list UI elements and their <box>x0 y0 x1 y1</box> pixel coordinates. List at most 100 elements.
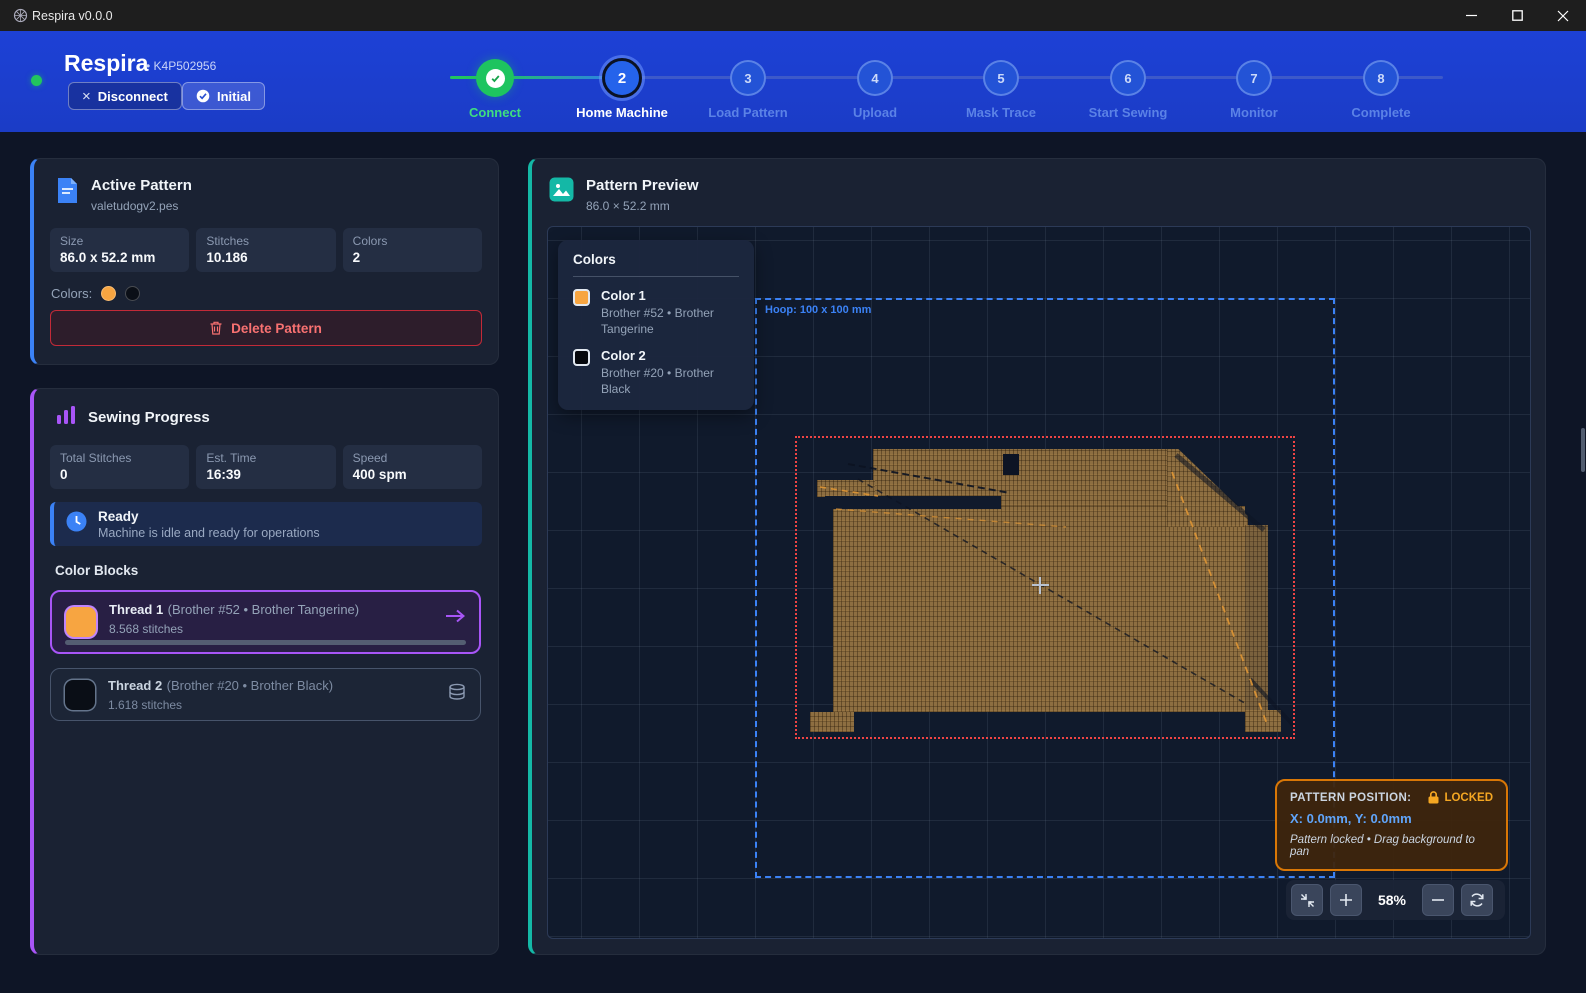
app-title: Respira v0.0.0 <box>32 9 113 23</box>
thread-2-swatch <box>65 680 95 710</box>
thread-1-row[interactable]: Thread 1 (Brother #52 • Brother Tangerin… <box>50 590 481 654</box>
step-mask-trace-circle[interactable]: 5 <box>983 60 1019 96</box>
status-description: Machine is idle and ready for operations <box>98 526 320 540</box>
bar-chart-icon <box>56 405 76 430</box>
legend-color-name: Color 2 <box>601 348 739 363</box>
step-connect-label: Connect <box>435 105 555 120</box>
colors-legend-panel: Colors Color 1 Brother #52 • Brother Tan… <box>558 240 754 410</box>
app-logo-icon <box>13 8 28 28</box>
minimize-icon <box>1466 10 1477 21</box>
delete-pattern-button[interactable]: Delete Pattern <box>50 310 482 346</box>
thread-stitch-count: 1.618 stitches <box>108 698 435 712</box>
machine-status-banner: Ready Machine is idle and ready for oper… <box>50 502 482 546</box>
step-mask-trace-label: Mask Trace <box>941 105 1061 120</box>
legend-color-name: Color 1 <box>601 288 739 303</box>
step-monitor-circle[interactable]: 7 <box>1236 60 1272 96</box>
arrow-right-icon <box>445 609 465 628</box>
locked-badge: LOCKED <box>1444 792 1493 804</box>
maximize-button[interactable] <box>1494 0 1540 31</box>
pattern-preview-title: Pattern Preview <box>586 177 699 194</box>
status-title: Ready <box>98 509 320 524</box>
active-pattern-title: Active Pattern <box>91 177 192 194</box>
step-complete-label: Complete <box>1321 105 1441 120</box>
step-load-pattern-label: Load Pattern <box>688 105 808 120</box>
stat-est-time: Est. Time 16:39 <box>196 445 335 489</box>
legend-item-color-2: Color 2 Brother #20 • Brother Black <box>573 348 739 397</box>
step-number: 8 <box>1377 71 1384 86</box>
clock-icon <box>66 511 87 537</box>
step-monitor-label: Monitor <box>1194 105 1314 120</box>
color-swatch-2 <box>125 286 140 301</box>
disconnect-label: Disconnect <box>98 89 168 104</box>
pattern-coordinates: X: 0.0mm, Y: 0.0mm <box>1290 811 1493 826</box>
lock-icon <box>1428 791 1439 804</box>
zoom-controls: 58% <box>1286 880 1505 920</box>
app-header: Respira • K4P502956 × Disconnect Initial… <box>0 31 1586 132</box>
step-number: 6 <box>1124 71 1131 86</box>
initial-button[interactable]: Initial <box>182 82 265 110</box>
minus-icon <box>1431 893 1445 907</box>
step-number: 4 <box>871 71 878 86</box>
colors-label: Colors: <box>51 286 92 301</box>
disconnect-button[interactable]: × Disconnect <box>68 82 182 110</box>
thread-1-progress-bar <box>65 640 466 645</box>
step-upload-circle[interactable]: 4 <box>857 60 893 96</box>
pattern-dimensions: 86.0 × 52.2 mm <box>586 199 699 213</box>
connection-status-dot <box>31 75 42 86</box>
stat-total-stitches: Total Stitches 0 <box>50 445 189 489</box>
stat-label: Total Stitches <box>60 451 179 465</box>
thread-name: Thread 1 <box>109 602 163 617</box>
maximize-icon <box>1512 10 1523 21</box>
pattern-canvas[interactable]: Hoop: 100 x 100 mm Colors <box>547 226 1531 939</box>
sewing-progress-title: Sewing Progress <box>88 409 210 426</box>
step-connect-circle[interactable] <box>476 59 514 97</box>
thread-1-swatch <box>66 607 96 637</box>
stat-value: 86.0 x 52.2 mm <box>60 250 179 265</box>
minimize-button[interactable] <box>1448 0 1494 31</box>
thread-2-row[interactable]: Thread 2 (Brother #20 • Brother Black) 1… <box>50 668 481 721</box>
zoom-in-button[interactable] <box>1330 884 1362 916</box>
brand-title: Respira <box>64 50 148 77</box>
stat-speed: Speed 400 spm <box>343 445 482 489</box>
step-home-machine-label: Home Machine <box>562 105 682 120</box>
plus-icon <box>1339 893 1353 907</box>
step-home-machine-circle[interactable]: 2 <box>602 58 642 98</box>
serial-separator: • <box>146 59 150 73</box>
stat-value: 16:39 <box>206 467 325 482</box>
active-pattern-filename: valetudogv2.pes <box>91 199 192 213</box>
initial-label: Initial <box>217 89 251 104</box>
sewing-progress-card: Sewing Progress Total Stitches 0 Est. Ti… <box>30 388 499 955</box>
step-start-sewing-circle[interactable]: 6 <box>1110 60 1146 96</box>
step-start-sewing-label: Start Sewing <box>1068 105 1188 120</box>
stat-label: Colors <box>353 234 472 248</box>
stat-value: 2 <box>353 250 472 265</box>
step-number: 7 <box>1250 71 1257 86</box>
step-number: 3 <box>744 71 751 86</box>
file-icon <box>56 177 79 209</box>
step-number: 2 <box>618 70 626 87</box>
thread-stitch-count: 8.568 stitches <box>109 622 432 636</box>
window-scrollbar-thumb[interactable] <box>1581 428 1585 472</box>
pattern-position-label: PATTERN POSITION: <box>1290 792 1411 804</box>
refresh-icon <box>1469 892 1485 908</box>
step-load-pattern-circle[interactable]: 3 <box>730 60 766 96</box>
stat-value: 0 <box>60 467 179 482</box>
step-complete-circle[interactable]: 8 <box>1363 60 1399 96</box>
legend-title: Colors <box>573 252 739 277</box>
legend-swatch-2 <box>573 349 590 366</box>
thread-detail: (Brother #20 • Brother Black) <box>167 678 333 693</box>
reset-view-button[interactable] <box>1461 884 1493 916</box>
zoom-out-button[interactable] <box>1422 884 1454 916</box>
color-swatch-1 <box>101 286 116 301</box>
stat-stitches: Stitches 10.186 <box>196 228 335 272</box>
step-upload-label: Upload <box>815 105 935 120</box>
pattern-position-hint: Pattern locked • Drag background to pan <box>1290 834 1493 858</box>
close-button[interactable] <box>1540 0 1586 31</box>
center-crosshair <box>1039 577 1041 594</box>
image-icon <box>549 177 574 207</box>
color-blocks-heading: Color Blocks <box>55 563 138 578</box>
fit-view-button[interactable] <box>1291 884 1323 916</box>
zoom-level: 58% <box>1369 892 1415 908</box>
stat-label: Est. Time <box>206 451 325 465</box>
legend-item-color-1: Color 1 Brother #52 • Brother Tangerine <box>573 288 739 337</box>
